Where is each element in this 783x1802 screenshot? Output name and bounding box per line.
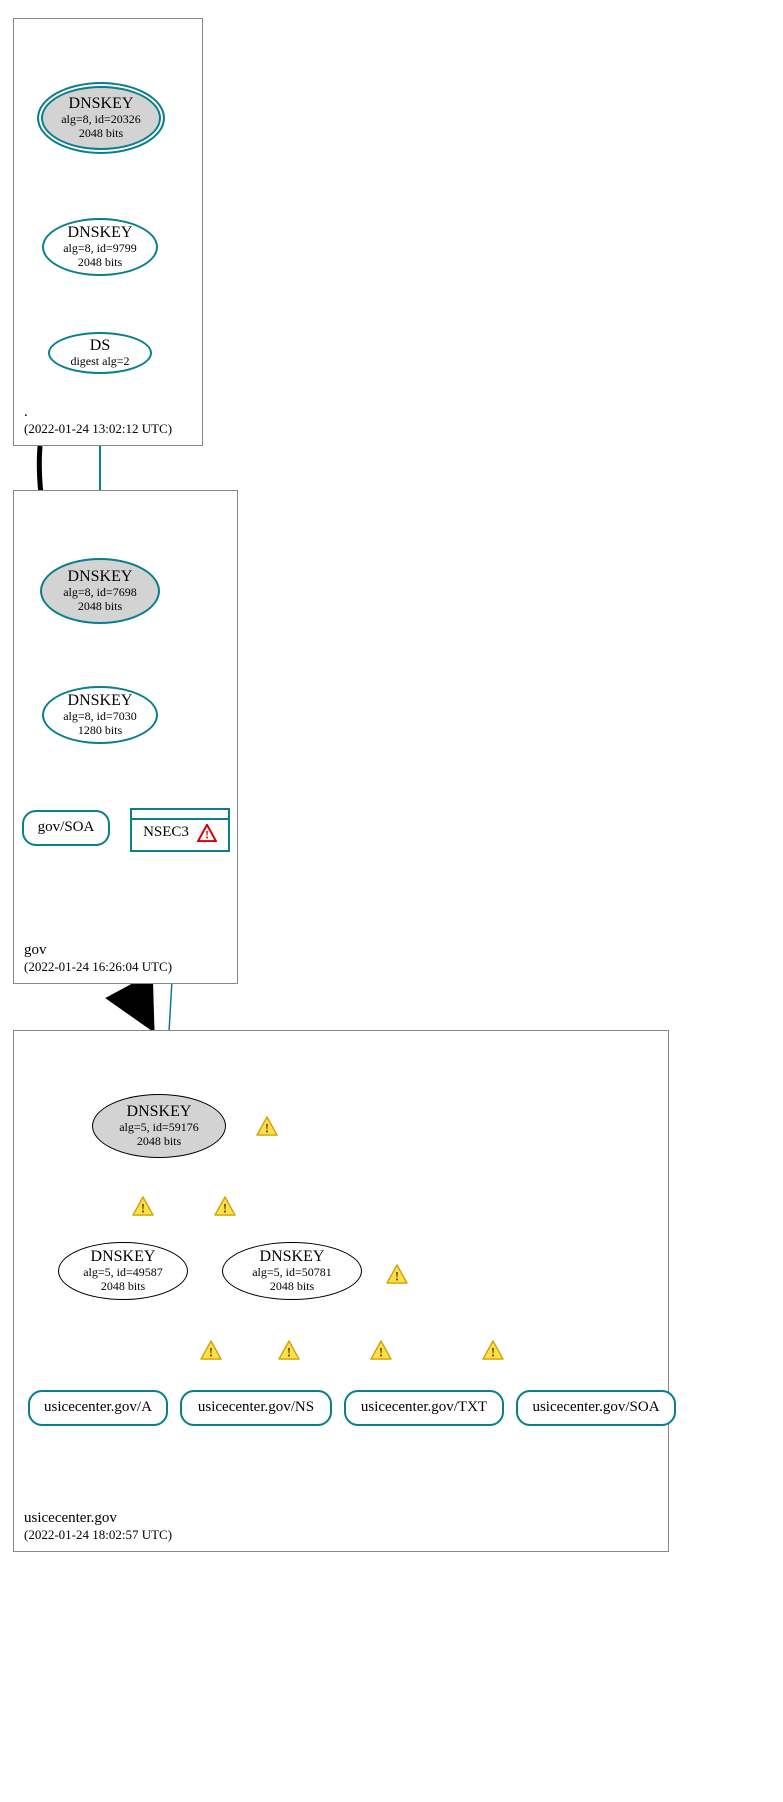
- node-digest: digest alg=2: [70, 355, 129, 369]
- node-bits: 2048 bits: [78, 256, 122, 270]
- svg-text:!: !: [265, 1121, 269, 1135]
- usicecenter-txt-rrset[interactable]: usicecenter.gov/TXT: [344, 1390, 504, 1426]
- node-bits: 2048 bits: [101, 1280, 145, 1294]
- root-zsk-dnskey[interactable]: DNSKEY alg=8, id=9799 2048 bits: [42, 218, 158, 276]
- node-title: DNSKEY: [260, 1248, 325, 1266]
- node-title: DNSKEY: [68, 224, 133, 242]
- svg-text:!: !: [491, 1345, 495, 1359]
- node-alg-id: alg=5, id=50781: [252, 1266, 332, 1280]
- usicecenter-a-rrset[interactable]: usicecenter.gov/A: [28, 1390, 168, 1426]
- usicecenter-zsk-49587[interactable]: DNSKEY alg=5, id=49587 2048 bits: [58, 1242, 188, 1300]
- node-bits: 1280 bits: [78, 724, 122, 738]
- root-ksk-dnskey[interactable]: DNSKEY alg=8, id=20326 2048 bits: [37, 82, 165, 154]
- rrset-label: usicecenter.gov/SOA: [532, 1399, 659, 1416]
- node-title: DS: [90, 337, 110, 355]
- gov-ksk-dnskey[interactable]: DNSKEY alg=8, id=7698 2048 bits: [40, 558, 160, 624]
- node-title: DNSKEY: [68, 692, 133, 710]
- node-alg-id: alg=8, id=9799: [63, 242, 137, 256]
- zone-gov-label: gov (2022-01-24 16:26:04 UTC): [24, 941, 172, 975]
- node-alg-id: alg=5, id=59176: [119, 1121, 199, 1135]
- svg-text:!: !: [141, 1201, 145, 1215]
- node-alg-id: alg=5, id=49587: [83, 1266, 163, 1280]
- rrset-label: usicecenter.gov/NS: [198, 1399, 314, 1416]
- svg-text:!: !: [395, 1269, 399, 1283]
- warning-icon: !: [278, 1340, 300, 1360]
- zone-usicecenter-name: usicecenter.gov: [24, 1509, 172, 1527]
- zone-gov-name: gov: [24, 941, 172, 959]
- zone-root-timestamp: (2022-01-24 13:02:12 UTC): [24, 421, 172, 437]
- node-alg-id: alg=8, id=7030: [63, 710, 137, 724]
- gov-zsk-dnskey[interactable]: DNSKEY alg=8, id=7030 1280 bits: [42, 686, 158, 744]
- node-alg-id: alg=8, id=20326: [61, 113, 141, 127]
- warning-icon: !: [386, 1264, 408, 1284]
- zone-root-label: . (2022-01-24 13:02:12 UTC): [24, 403, 172, 437]
- usicecenter-zsk-50781[interactable]: DNSKEY alg=5, id=50781 2048 bits: [222, 1242, 362, 1300]
- node-bits: 2048 bits: [270, 1280, 314, 1294]
- usicecenter-soa-rrset[interactable]: usicecenter.gov/SOA: [516, 1390, 676, 1426]
- node-title: DNSKEY: [91, 1248, 156, 1266]
- zone-gov-timestamp: (2022-01-24 16:26:04 UTC): [24, 959, 172, 975]
- dnssec-graph-canvas: . (2022-01-24 13:02:12 UTC) gov (2022-01…: [0, 0, 783, 1802]
- node-alg-id: alg=8, id=7698: [63, 586, 137, 600]
- warning-icon: !: [256, 1116, 278, 1136]
- zone-usicecenter-label: usicecenter.gov (2022-01-24 18:02:57 UTC…: [24, 1509, 172, 1543]
- svg-text:!: !: [209, 1345, 213, 1359]
- zone-root-name: .: [24, 403, 172, 421]
- zone-usicecenter-timestamp: (2022-01-24 18:02:57 UTC): [24, 1527, 172, 1543]
- svg-text:!: !: [287, 1345, 291, 1359]
- node-title: DNSKEY: [68, 568, 133, 586]
- warning-icon: !: [200, 1340, 222, 1360]
- node-title: DNSKEY: [69, 95, 134, 113]
- gov-nsec3[interactable]: NSEC3 !: [130, 808, 230, 852]
- gov-soa-rrset[interactable]: gov/SOA: [22, 810, 110, 846]
- warning-icon: !: [132, 1196, 154, 1216]
- usicecenter-ksk-dnskey[interactable]: DNSKEY alg=5, id=59176 2048 bits: [92, 1094, 226, 1158]
- nsec3-label: NSEC3: [143, 824, 189, 841]
- svg-text:!: !: [379, 1345, 383, 1359]
- svg-text:!: !: [223, 1201, 227, 1215]
- node-title: DNSKEY: [127, 1103, 192, 1121]
- root-ds[interactable]: DS digest alg=2: [48, 332, 152, 374]
- svg-text:!: !: [205, 830, 209, 842]
- node-bits: 2048 bits: [79, 127, 123, 141]
- error-icon: !: [197, 824, 217, 842]
- node-bits: 2048 bits: [78, 600, 122, 614]
- warning-icon: !: [214, 1196, 236, 1216]
- rrset-label: gov/SOA: [38, 819, 95, 836]
- warning-icon: !: [482, 1340, 504, 1360]
- rrset-label: usicecenter.gov/TXT: [361, 1399, 487, 1416]
- usicecenter-ns-rrset[interactable]: usicecenter.gov/NS: [180, 1390, 332, 1426]
- warning-icon: !: [370, 1340, 392, 1360]
- rrset-label: usicecenter.gov/A: [44, 1399, 152, 1416]
- node-bits: 2048 bits: [137, 1135, 181, 1149]
